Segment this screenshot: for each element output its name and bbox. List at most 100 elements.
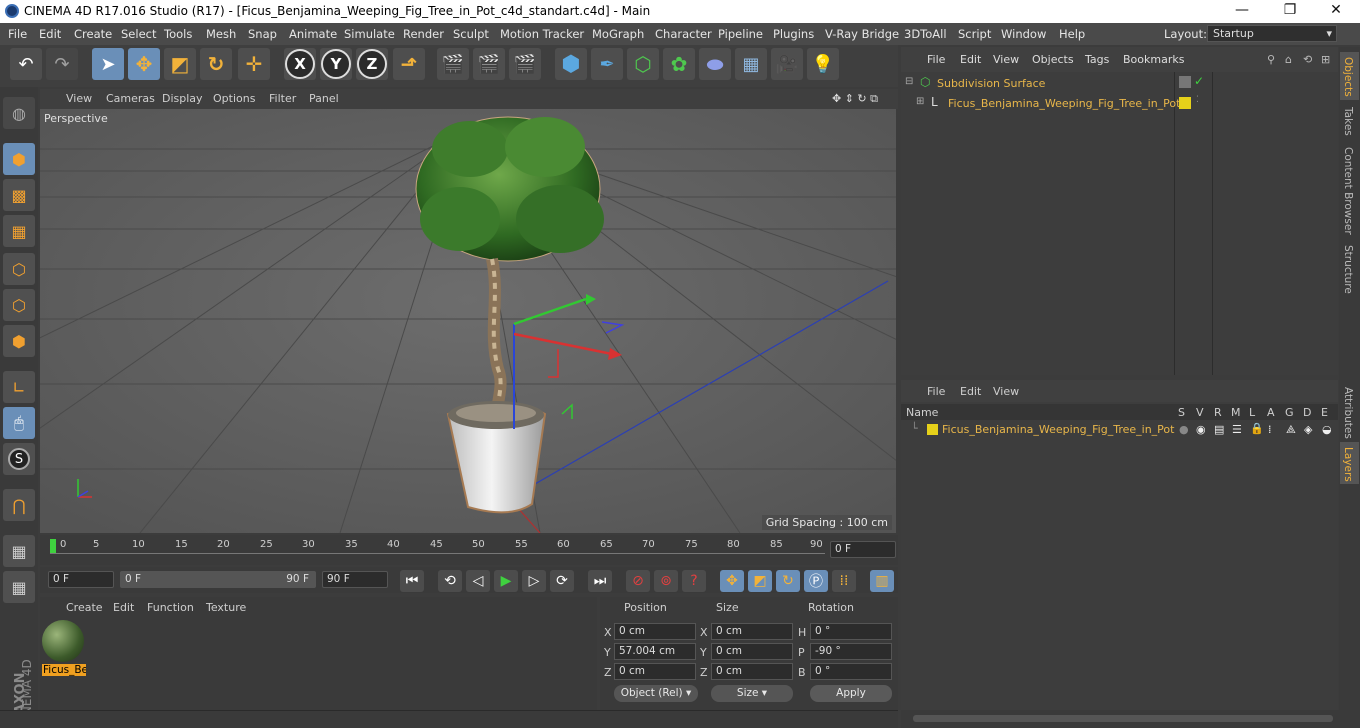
camera-button[interactable]: 🎥 bbox=[771, 48, 803, 80]
collapse-icon[interactable]: ⊟ bbox=[905, 76, 913, 87]
key-position-button[interactable]: ✥ bbox=[720, 570, 744, 592]
render-clapper-icon[interactable]: ▤ bbox=[1214, 423, 1224, 436]
key-parameter-button[interactable]: Ⓟ bbox=[804, 570, 828, 592]
next-key-button[interactable]: ⟳ bbox=[550, 570, 574, 592]
menu-file[interactable]: File bbox=[8, 27, 27, 41]
horizontal-scrollbar[interactable] bbox=[901, 710, 1360, 728]
x-axis-button[interactable]: X bbox=[284, 48, 316, 80]
minimize-button[interactable]: — bbox=[1222, 2, 1262, 18]
tab-objects[interactable]: Objects bbox=[1342, 57, 1354, 97]
enabled-check-icon[interactable]: ✓ bbox=[1194, 74, 1204, 88]
viewport-menu-options[interactable]: Options bbox=[213, 92, 255, 105]
viewport-camera-label[interactable]: Perspective bbox=[44, 112, 108, 125]
link-icon[interactable]: ⟲ bbox=[1303, 53, 1312, 66]
current-frame-field[interactable]: 0 F bbox=[830, 541, 896, 558]
autokey-button[interactable]: ⊚ bbox=[654, 570, 678, 592]
menu-window[interactable]: Window bbox=[1001, 27, 1046, 41]
layer-name[interactable]: Ficus_Benjamina_Weeping_Fig_Tree_in_Pot bbox=[942, 423, 1174, 436]
move-button[interactable]: ✥ bbox=[128, 48, 160, 80]
timeline-window-button[interactable]: ▥ bbox=[870, 570, 894, 592]
workplane-button[interactable]: ◍ bbox=[3, 97, 35, 129]
render-settings-button[interactable]: 🎬 bbox=[509, 48, 541, 80]
layer-col-lock[interactable]: L bbox=[1249, 406, 1255, 419]
layer-col-view[interactable]: V bbox=[1196, 406, 1204, 419]
workplane-lock-button[interactable]: ▦ bbox=[3, 535, 35, 567]
transform-button[interactable]: ✛ bbox=[238, 48, 270, 80]
layout-select[interactable]: Startup ▾ bbox=[1207, 25, 1337, 42]
pos-y-field[interactable]: 57.004 cm bbox=[614, 643, 696, 660]
menu-create[interactable]: Create bbox=[74, 27, 112, 41]
layer-col-generators[interactable]: G bbox=[1285, 406, 1294, 419]
workplane-grid-button[interactable]: ▦ bbox=[3, 571, 35, 603]
obj-menu-file[interactable]: File bbox=[927, 53, 945, 66]
record-button[interactable]: ⊘ bbox=[626, 570, 650, 592]
scale-button[interactable]: ◩ bbox=[164, 48, 196, 80]
search-icon[interactable]: ⚲ bbox=[1267, 53, 1275, 66]
visibility-dots-icon[interactable]: ⁚ bbox=[1196, 95, 1199, 105]
material-swatch[interactable]: Ficus_Be bbox=[42, 620, 86, 678]
layer-col-expressions[interactable]: E bbox=[1321, 406, 1328, 419]
edges-mode-button[interactable]: ⬡ bbox=[3, 289, 35, 321]
timeline-ruler[interactable]: 0 5 10 15 20 25 30 35 40 45 50 55 60 65 … bbox=[40, 535, 898, 565]
tab-structure[interactable]: Structure bbox=[1342, 245, 1354, 294]
y-axis-button[interactable]: Y bbox=[320, 48, 352, 80]
menu-mesh[interactable]: Mesh bbox=[206, 27, 236, 41]
size-mode-select[interactable]: Size ▾ bbox=[711, 685, 793, 702]
model-mode-button[interactable]: ⬢ bbox=[3, 143, 35, 175]
obj-menu-view[interactable]: View bbox=[993, 53, 1019, 66]
tab-content-browser[interactable]: Content Browser bbox=[1342, 147, 1354, 235]
menu-motion-tracker[interactable]: Motion Tracker bbox=[500, 27, 584, 41]
key-pla-button[interactable]: ⁞⁞ bbox=[832, 570, 856, 592]
rot-b-field[interactable]: 0 ° bbox=[810, 663, 892, 680]
material-menu-create[interactable]: Create bbox=[66, 601, 103, 614]
workplane-mode-button[interactable]: ▦ bbox=[3, 215, 35, 247]
viewport-menu-cameras[interactable]: Cameras bbox=[106, 92, 155, 105]
tab-attributes[interactable]: Attributes bbox=[1342, 387, 1354, 439]
coordinate-mode-select[interactable]: Object (Rel) ▾ bbox=[614, 685, 698, 702]
menu-script[interactable]: Script bbox=[958, 27, 991, 41]
goto-start-button[interactable]: ⏮ bbox=[400, 570, 424, 592]
layer-color-swatch[interactable] bbox=[927, 424, 938, 435]
material-menu-function[interactable]: Function bbox=[147, 601, 194, 614]
menu-3dtoall[interactable]: 3DToAll bbox=[904, 27, 947, 41]
z-axis-button[interactable]: Z bbox=[356, 48, 388, 80]
menu-snap[interactable]: Snap bbox=[248, 27, 277, 41]
menu-simulate[interactable]: Simulate bbox=[344, 27, 395, 41]
viewport-menu-display[interactable]: Display bbox=[162, 92, 203, 105]
layer-col-solo[interactable]: S bbox=[1178, 406, 1185, 419]
layer-menu-file[interactable]: File bbox=[927, 385, 945, 398]
menu-animate[interactable]: Animate bbox=[289, 27, 337, 41]
prev-frame-button[interactable]: ◁ bbox=[466, 570, 490, 592]
current-time-field[interactable]: 0 F bbox=[48, 571, 114, 588]
floor-button[interactable]: ▦ bbox=[735, 48, 767, 80]
rot-h-field[interactable]: 0 ° bbox=[810, 623, 892, 640]
layer-menu-edit[interactable]: Edit bbox=[960, 385, 981, 398]
object-row-ficus[interactable]: ⊞ L Ficus_Benjamina_Weeping_Fig_Tree_in_… bbox=[901, 94, 1338, 113]
menu-plugins[interactable]: Plugins bbox=[773, 27, 814, 41]
playhead-marker[interactable] bbox=[50, 539, 56, 553]
range-slider[interactable]: 0 F 90 F bbox=[120, 571, 316, 588]
lock-icon[interactable]: 🔒 bbox=[1250, 422, 1264, 435]
subdivision-button[interactable]: ⬡ bbox=[627, 48, 659, 80]
viewport-menu-filter[interactable]: Filter bbox=[269, 92, 296, 105]
menu-select[interactable]: Select bbox=[121, 27, 156, 41]
layer-col-manager[interactable]: M bbox=[1231, 406, 1241, 419]
points-mode-button[interactable]: ⬡ bbox=[3, 253, 35, 285]
object-row-subdivision[interactable]: ⊟ ⬡ Subdivision Surface ✓ bbox=[901, 74, 1338, 93]
prev-key-button[interactable]: ⟲ bbox=[438, 570, 462, 592]
axis-mode-button[interactable]: ∟ bbox=[3, 371, 35, 403]
cube-button[interactable]: ⬢ bbox=[555, 48, 587, 80]
viewport-menu-view[interactable]: View bbox=[66, 92, 92, 105]
menu-edit[interactable]: Edit bbox=[39, 27, 61, 41]
render-view-button[interactable]: 🎬 bbox=[437, 48, 469, 80]
redo-button[interactable]: ↷ bbox=[46, 48, 78, 80]
magnet-button[interactable]: ⋂ bbox=[3, 489, 35, 521]
deformer-button[interactable]: ⬬ bbox=[699, 48, 731, 80]
object-visibility-icon[interactable] bbox=[1179, 76, 1191, 88]
menu-character[interactable]: Character bbox=[655, 27, 712, 41]
next-frame-button[interactable]: ▷ bbox=[522, 570, 546, 592]
end-frame-field[interactable]: 90 F bbox=[322, 571, 388, 588]
live-selection-button[interactable]: ➤ bbox=[92, 48, 124, 80]
tab-takes[interactable]: Takes bbox=[1342, 107, 1354, 136]
pos-x-field[interactable]: 0 cm bbox=[614, 623, 696, 640]
